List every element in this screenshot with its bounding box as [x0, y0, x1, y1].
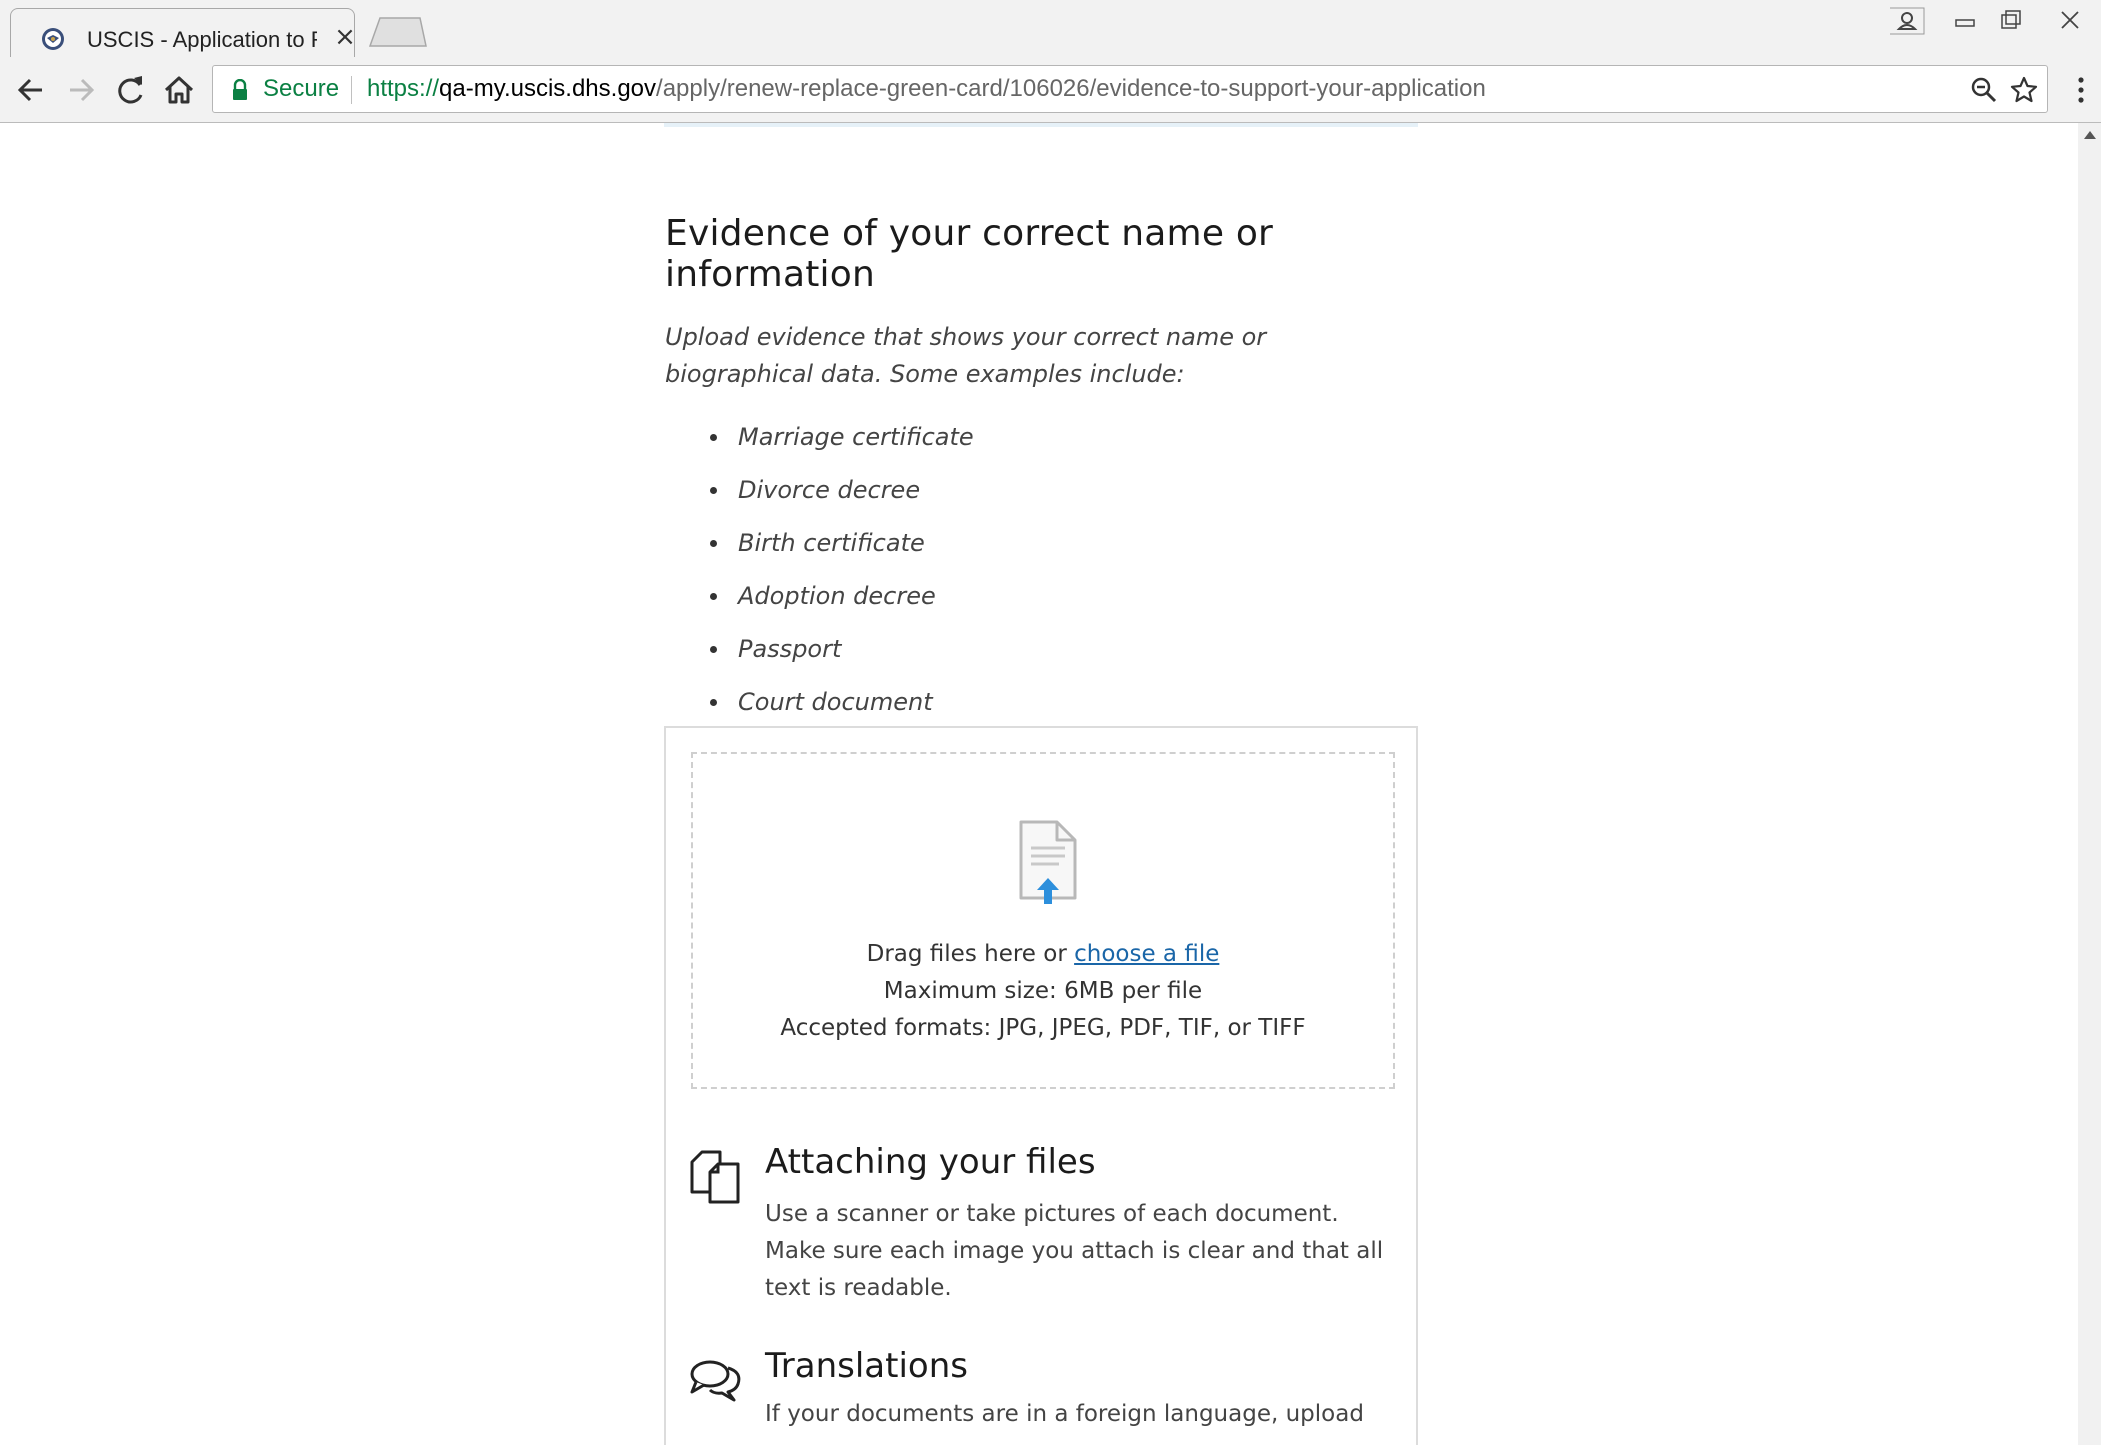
bullet [710, 540, 717, 547]
lock-icon [233, 79, 247, 100]
kebab-menu-icon [2078, 77, 2084, 103]
example-label: Court document [738, 688, 933, 716]
star-icon [2010, 76, 2038, 103]
restore-button[interactable] [1990, 6, 2030, 36]
bullet [710, 434, 717, 441]
new-tab-button[interactable] [368, 16, 428, 48]
translations-body: If your documents are in a foreign langu… [765, 1401, 1364, 1445]
drag-line: Drag files here or choose a file [693, 936, 1393, 973]
url-scheme: https:// [367, 75, 440, 102]
attaching-body: Use a scanner or take pictures of each d… [765, 1201, 1384, 1301]
dropzone-text: Drag files here or choose a file Maximum… [693, 936, 1393, 1047]
secure-label: Secure [263, 75, 340, 102]
attach-files-icon [690, 1150, 740, 1204]
example-label: Marriage certificate [738, 423, 974, 451]
browser-menu-button[interactable] [2066, 71, 2096, 109]
translations-title: Translations [765, 1346, 968, 1386]
section-title: Evidence of your correct name or informa… [665, 213, 1274, 295]
reload-button[interactable] [112, 71, 150, 109]
browser-toolbar: Secure https://qa-my.uscis.dhs.gov/apply… [0, 57, 2101, 123]
accepted-formats-text: Accepted formats: JPG, JPEG, PDF, TIF, o… [780, 1015, 1306, 1041]
drag-text: Drag files here or [866, 941, 1075, 967]
list-item: Divorce decree [710, 470, 1417, 523]
evidence-section: Evidence of your correct name or informa… [665, 213, 1417, 735]
browser-tab[interactable]: USCIS - Application to Re × [10, 8, 356, 57]
list-item: Adoption decree [710, 576, 1417, 629]
close-window-button[interactable] [2050, 6, 2090, 36]
choose-file-link[interactable]: choose a file [1074, 941, 1219, 967]
url-text[interactable]: https://qa-my.uscis.dhs.gov/apply/renew-… [367, 75, 1486, 103]
upload-card: Drag files here or choose a file Maximum… [664, 726, 1418, 1445]
home-button[interactable] [160, 71, 198, 109]
dhs-seal-icon [42, 28, 64, 50]
section-intro: Upload evidence that shows your correct … [665, 323, 1267, 388]
previous-section-edge [664, 123, 1418, 127]
restore-icon [2001, 10, 2021, 29]
profile-button[interactable] [1888, 6, 1928, 36]
bullet [710, 646, 717, 653]
bookmark-button[interactable] [2009, 75, 2039, 105]
scroll-up-arrow-icon[interactable] [2084, 131, 2096, 139]
document-upload-icon [1019, 820, 1077, 904]
reload-icon [118, 76, 143, 104]
tab-close-icon[interactable]: × [331, 23, 359, 51]
bullet [710, 487, 717, 494]
browser-tab-strip: USCIS - Application to Re × [0, 0, 2101, 57]
minimize-button[interactable] [1946, 6, 1986, 36]
list-item: Passport [710, 629, 1417, 682]
bullet [710, 699, 717, 706]
forward-button[interactable] [62, 71, 100, 109]
file-dropzone[interactable]: Drag files here or choose a file Maximum… [691, 752, 1395, 1089]
attaching-files-block: Attaching your files Use a scanner or ta… [688, 1142, 1398, 1312]
max-size-text: Maximum size: 6MB per file [883, 978, 1203, 1004]
profile-icon [1890, 7, 1925, 35]
minimize-icon [1955, 19, 1975, 27]
example-label: Divorce decree [738, 476, 921, 504]
examples-list: Marriage certificate Divorce decree Birt… [665, 417, 1417, 735]
page-viewport: Evidence of your correct name or informa… [0, 123, 2078, 1445]
tab-title: USCIS - Application to Re [87, 27, 317, 52]
example-label: Birth certificate [738, 529, 925, 557]
back-button[interactable] [12, 71, 50, 109]
bullet [710, 593, 717, 600]
example-label: Adoption decree [738, 582, 936, 610]
url-host: qa-my.uscis.dhs.gov [439, 75, 657, 102]
back-arrow-icon [17, 78, 42, 102]
home-icon [164, 76, 194, 104]
vertical-scrollbar[interactable] [2078, 123, 2101, 1445]
attaching-title: Attaching your files [765, 1142, 1096, 1182]
zoom-icon [1971, 77, 1997, 103]
forward-arrow-icon [70, 78, 95, 102]
list-item: Birth certificate [710, 523, 1417, 576]
omnibox-divider [351, 76, 352, 104]
translations-block: Translations If your documents are in a … [688, 1346, 1398, 1445]
url-path: /apply/renew-replace-green-card/106026/e… [656, 75, 1486, 102]
zoom-button[interactable] [1969, 75, 1999, 105]
example-label: Passport [738, 635, 842, 663]
close-window-icon [2061, 11, 2079, 29]
list-item: Marriage certificate [710, 417, 1417, 470]
speech-bubbles-icon [690, 1360, 741, 1402]
address-bar[interactable]: Secure https://qa-my.uscis.dhs.gov/apply… [212, 65, 2048, 113]
